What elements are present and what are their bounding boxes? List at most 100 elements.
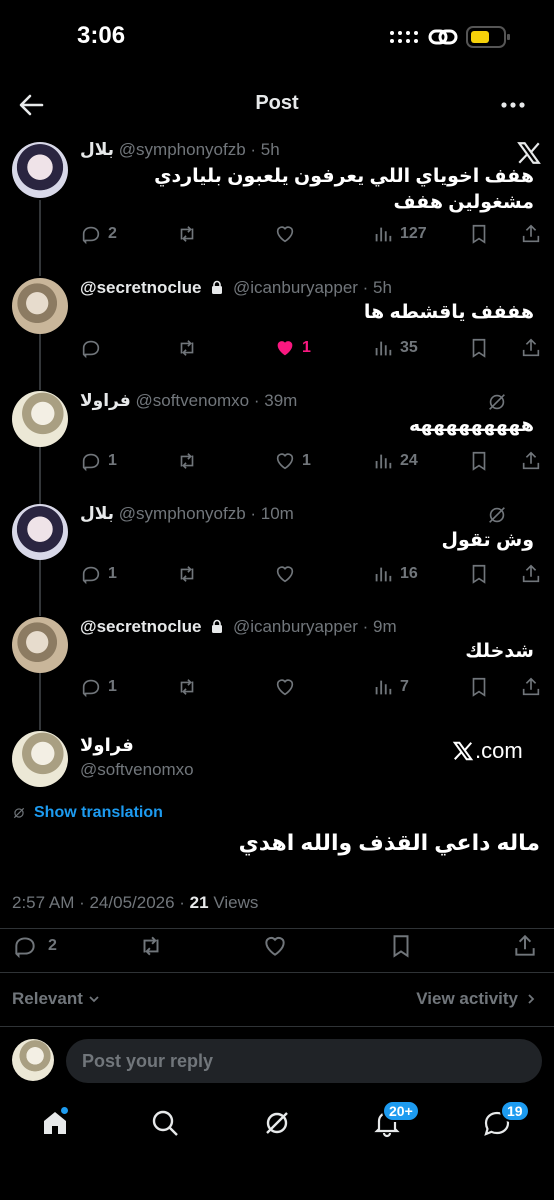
reply-input[interactable] [82,1039,522,1083]
like-count: 1 [302,339,311,356]
main-avatar[interactable] [12,731,68,787]
page-title: Post [255,92,299,114]
bookmark-button[interactable] [468,447,490,475]
lock-icon [212,280,223,294]
share-button[interactable] [520,673,542,701]
view-count: 7 [400,678,409,695]
like-button[interactable] [274,673,296,701]
x-logo-icon [452,741,474,761]
avatar[interactable] [12,142,68,198]
like-button[interactable] [274,220,296,248]
repost-button[interactable] [176,673,198,701]
tweet-actions: 2 127 [80,220,542,248]
handle[interactable]: @softvenomxo [136,391,250,410]
avatar[interactable] [12,278,68,334]
views-button[interactable]: 16 [372,560,418,588]
xcom-text: .com [475,738,523,763]
share-button[interactable] [520,220,542,248]
share-button[interactable] [520,334,542,362]
main-tweet-text: ماله داعي القذف والله اهدي [238,830,540,855]
tab-search[interactable] [150,1108,184,1142]
show-translation-label: Show translation [34,804,163,821]
bookmark-button[interactable] [388,932,414,960]
view-count: 16 [400,565,418,582]
tab-notifications[interactable]: 20+ [372,1100,420,1142]
display-name[interactable]: @secretnoclue [80,278,201,297]
display-name[interactable]: بلال [80,140,114,159]
handle[interactable]: @symphonyofzb [119,504,246,523]
repost-button[interactable] [176,334,198,362]
bookmark-button[interactable] [468,220,490,248]
reply-button[interactable]: 1 [80,447,117,475]
analytics-icon [375,680,392,695]
share-button[interactable] [520,560,542,588]
share-button[interactable] [512,932,538,960]
reply-button[interactable]: 2 [80,220,117,248]
tab-grok[interactable] [262,1108,296,1142]
main-display-name[interactable]: فراولا [80,735,134,756]
repost-button[interactable] [138,932,164,960]
grok-icon [489,507,505,523]
views-button[interactable]: 24 [372,447,418,475]
timestamp: · 39m [253,391,298,410]
tweet-actions: 1 35 [80,334,542,362]
battery-icon [466,26,510,48]
reply-button[interactable]: 2 [12,932,57,960]
home-notification-dot [60,1106,69,1115]
share-button[interactable] [520,447,542,475]
tweet-actions: 1 16 [80,560,542,588]
heart-icon [276,566,294,583]
views-button[interactable]: 35 [372,334,418,362]
bookmark-button[interactable] [468,673,490,701]
reply-count: 2 [48,937,57,954]
display-name[interactable]: فراولا [80,391,131,410]
divider [0,1026,554,1027]
view-count: 127 [400,225,427,242]
tab-home[interactable] [40,1106,74,1142]
avatar[interactable] [12,504,68,560]
display-name[interactable]: @secretnoclue [80,617,201,636]
display-name[interactable]: بلال [80,504,114,523]
bookmark-button[interactable] [468,334,490,362]
like-button[interactable]: 1 [274,334,311,362]
grok-icon [489,394,505,410]
tab-messages[interactable]: 19 [482,1100,530,1142]
handle[interactable]: @icanburyapper [233,617,358,636]
views-button[interactable]: 127 [372,220,427,248]
view-count: 24 [400,452,418,469]
views-count[interactable]: 21 [190,893,209,912]
main-handle[interactable]: @softvenomxo [80,760,194,780]
handle[interactable]: @icanburyapper [233,278,358,297]
bookmark-button[interactable] [468,560,490,588]
bottom-tab-bar: 20+ 19 [0,1100,554,1200]
sort-dropdown[interactable]: Relevant [12,989,101,1009]
repost-button[interactable] [176,447,198,475]
avatar[interactable] [12,391,68,447]
status-time: 3:06 [77,22,126,49]
repost-button[interactable] [176,560,198,588]
avatar[interactable] [12,617,68,673]
reply-box[interactable] [66,1039,542,1083]
reply-button[interactable]: 1 [80,560,117,588]
more-options-icon[interactable] [500,92,526,118]
reply-button[interactable]: 1 [80,673,117,701]
like-button[interactable] [262,932,288,960]
link-icon [428,29,458,45]
messages-badge: 19 [500,1100,530,1122]
like-button[interactable] [274,560,296,588]
handle[interactable]: @symphonyofzb [119,140,246,159]
repost-button[interactable] [176,220,198,248]
views-button[interactable]: 7 [372,673,409,701]
show-translation-link[interactable]: Show translation [12,804,163,822]
share-icon [515,934,535,956]
like-button[interactable]: 1 [274,447,311,475]
view-activity-link[interactable]: View activity [416,989,538,1009]
reply-icon [15,937,35,959]
xcom-link[interactable]: .com [452,738,523,764]
repost-icon [180,679,194,695]
reply-button[interactable] [80,334,102,362]
heart-filled-icon [277,341,293,356]
tweet-text: هفف اخوياي اللي يعرفون يلعبون بلياردي مش… [154,166,534,213]
bookmark-icon [472,564,486,584]
like-count: 1 [302,452,311,469]
